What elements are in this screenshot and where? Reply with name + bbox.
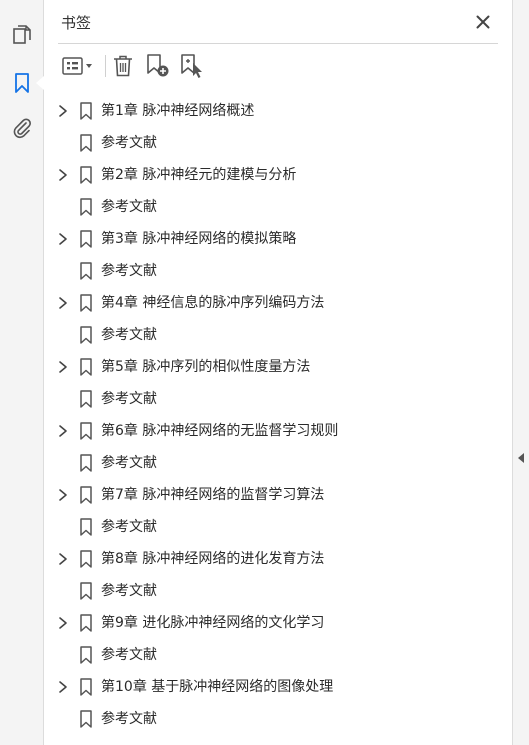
- bookmark-item[interactable]: 第2章 脉冲神经元的建模与分析: [45, 159, 512, 191]
- bookmark-icon: [79, 582, 93, 600]
- bookmark-label: 参考文献: [101, 711, 157, 727]
- bookmark-label: 参考文献: [101, 327, 157, 343]
- bookmark-item[interactable]: 参考文献: [45, 191, 512, 223]
- bookmark-item[interactable]: 参考文献: [45, 383, 512, 415]
- bookmark-icon: [79, 710, 93, 728]
- bookmark-label: 参考文献: [101, 455, 157, 471]
- chevron-right-icon[interactable]: [57, 295, 69, 311]
- bookmark-item[interactable]: 第1章 脉冲神经网络概述: [45, 95, 512, 127]
- bookmark-list: 第1章 脉冲神经网络概述 参考文献 第2章 脉冲神经元的建模与分析 参考文献 第3章 脉…: [45, 95, 512, 735]
- bookmark-icon: [79, 134, 93, 152]
- delete-icon: [114, 55, 132, 77]
- bookmark-label: 参考文献: [101, 391, 157, 407]
- bookmark-item[interactable]: 参考文献: [45, 639, 512, 671]
- chevron-right-icon[interactable]: [57, 679, 69, 695]
- pages-icon[interactable]: [7, 20, 37, 50]
- bookmark-label: 第2章 脉冲神经元的建模与分析: [101, 167, 297, 183]
- chevron-right-icon[interactable]: [57, 423, 69, 439]
- bookmark-label: 第7章 脉冲神经网络的监督学习算法: [101, 487, 325, 503]
- bookmark-icon: [79, 358, 93, 376]
- close-icon: [476, 15, 490, 29]
- bookmark-item[interactable]: 第9章 进化脉冲神经网络的文化学习: [45, 607, 512, 639]
- bookmark-icon: [79, 614, 93, 632]
- bookmark-item[interactable]: 第3章 脉冲神经网络的模拟策略: [45, 223, 512, 255]
- bookmark-item[interactable]: 参考文献: [45, 511, 512, 543]
- chevron-right-icon[interactable]: [57, 551, 69, 567]
- chevron-right-icon[interactable]: [57, 487, 69, 503]
- collapse-arrow-icon[interactable]: [518, 453, 524, 463]
- toolbar-separator: [105, 55, 106, 77]
- bookmark-icon: [79, 294, 93, 312]
- chevron-right-icon[interactable]: [57, 103, 69, 119]
- options-menu-icon: [62, 57, 92, 75]
- bookmark-icon: [79, 230, 93, 248]
- bookmark-label: 参考文献: [101, 647, 157, 663]
- bookmark-label: 参考文献: [101, 135, 157, 151]
- bookmark-icon: [79, 646, 93, 664]
- bookmark-item[interactable]: 参考文献: [45, 319, 512, 351]
- attachment-icon[interactable]: [7, 113, 37, 143]
- chevron-right-icon[interactable]: [57, 359, 69, 375]
- toolbar-divider: [58, 43, 498, 44]
- bookmark-item[interactable]: 参考文献: [45, 255, 512, 287]
- bookmark-item[interactable]: 参考文献: [45, 127, 512, 159]
- panel-title: 书签: [61, 14, 92, 32]
- bookmark-item[interactable]: 第5章 脉冲序列的相似性度量方法: [45, 351, 512, 383]
- bookmark-from-selection-icon: [181, 54, 202, 78]
- bookmark-item[interactable]: 第6章 脉冲神经网络的无监督学习规则: [45, 415, 512, 447]
- bookmark-icon: [79, 518, 93, 536]
- bookmark-icon: [79, 326, 93, 344]
- bookmark-item[interactable]: 第7章 脉冲神经网络的监督学习算法: [45, 479, 512, 511]
- delete-bookmark-button[interactable]: [110, 51, 136, 81]
- bookmark-icon: [79, 550, 93, 568]
- bookmark-icon: [79, 678, 93, 696]
- chevron-right-icon[interactable]: [57, 231, 69, 247]
- bookmark-icon[interactable]: [7, 68, 37, 98]
- chevron-right-icon[interactable]: [57, 167, 69, 183]
- bookmark-icon: [79, 262, 93, 280]
- bookmark-icon: [79, 198, 93, 216]
- bookmark-label: 参考文献: [101, 519, 157, 535]
- bookmark-label: 第8章 脉冲神经网络的进化发育方法: [101, 551, 325, 567]
- bookmark-item[interactable]: 第8章 脉冲神经网络的进化发育方法: [45, 543, 512, 575]
- bookmark-label: 参考文献: [101, 263, 157, 279]
- bookmark-label: 第3章 脉冲神经网络的模拟策略: [101, 231, 297, 247]
- bookmark-item[interactable]: 参考文献: [45, 703, 512, 735]
- bookmark-icon: [79, 102, 93, 120]
- active-tab-indicator: [36, 76, 44, 90]
- bookmark-toolbar: [58, 51, 498, 81]
- navigation-rail: [0, 0, 44, 745]
- bookmark-label: 第4章 神经信息的脉冲序列编码方法: [101, 295, 325, 311]
- close-button[interactable]: [473, 12, 493, 32]
- bookmark-label: 参考文献: [101, 199, 157, 215]
- bookmark-icon: [79, 422, 93, 440]
- bookmark-item[interactable]: 参考文献: [45, 575, 512, 607]
- bookmark-label: 第9章 进化脉冲神经网络的文化学习: [101, 615, 325, 631]
- bookmark-label: 第10章 基于脉冲神经网络的图像处理: [101, 679, 334, 695]
- bookmark-from-selection-button[interactable]: [178, 51, 206, 81]
- bookmark-icon: [79, 390, 93, 408]
- bookmark-icon: [79, 454, 93, 472]
- bookmark-icon: [79, 166, 93, 184]
- bookmark-label: 参考文献: [101, 583, 157, 599]
- chevron-right-icon[interactable]: [57, 615, 69, 631]
- bookmark-icon: [79, 486, 93, 504]
- panel-splitter[interactable]: [512, 0, 529, 745]
- bookmark-label: 第6章 脉冲神经网络的无监督学习规则: [101, 423, 339, 439]
- bookmark-item[interactable]: 第10章 基于脉冲神经网络的图像处理: [45, 671, 512, 703]
- bookmark-label: 第5章 脉冲序列的相似性度量方法: [101, 359, 311, 375]
- new-bookmark-button[interactable]: [144, 51, 172, 81]
- bookmarks-panel: 书签 第1章 脉冲神经网络概述 参考文献 第2章 脉冲神经元的建模与分析 参考文…: [45, 0, 512, 745]
- bookmark-item[interactable]: 参考文献: [45, 447, 512, 479]
- new-bookmark-icon: [147, 54, 169, 77]
- options-menu-button[interactable]: [60, 51, 96, 81]
- bookmark-item[interactable]: 第4章 神经信息的脉冲序列编码方法: [45, 287, 512, 319]
- bookmark-label: 第1章 脉冲神经网络概述: [101, 103, 255, 119]
